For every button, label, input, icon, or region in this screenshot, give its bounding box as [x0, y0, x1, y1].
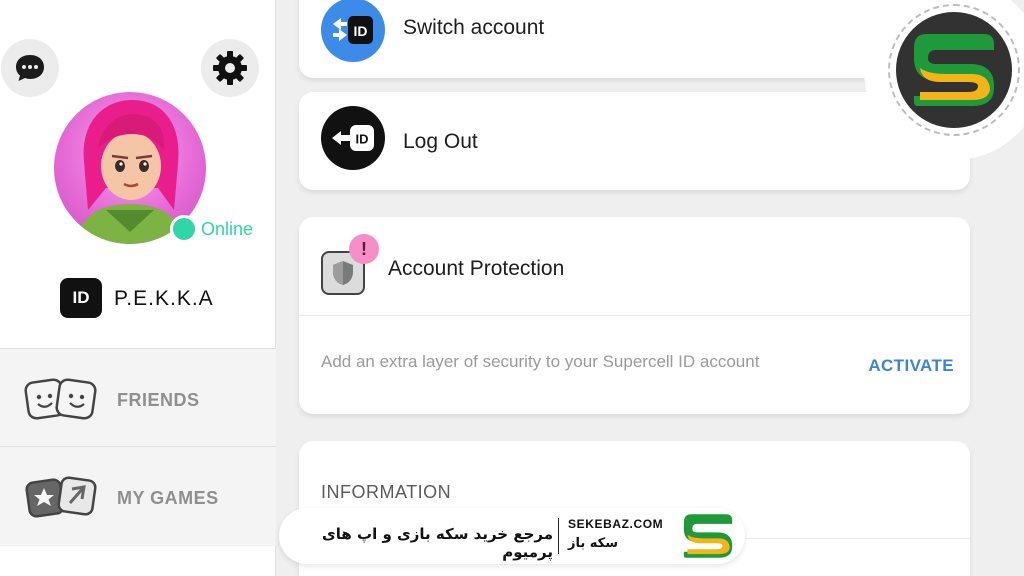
logo-disc [896, 12, 1012, 128]
username: P.E.K.K.A [114, 287, 214, 310]
sidebar-item-label: FRIENDS [117, 390, 200, 410]
account-protection-description: Add an extra layer of security to your S… [321, 352, 760, 371]
log-out-label: Log Out [403, 130, 478, 153]
chat-bubble-icon [16, 55, 44, 81]
banner-tagline: مرجع خرید سکه بازی و اپ های پرمیوم [322, 525, 553, 561]
switch-account-icon: ID [321, 0, 385, 62]
account-protection-card: ! Account Protection Add an extra layer … [299, 217, 970, 414]
logo-ring [888, 4, 1020, 136]
friends-icon [24, 378, 97, 420]
banner-divider [558, 518, 559, 554]
sidebar-item-label: MY GAMES [117, 488, 219, 508]
card-divider [299, 315, 970, 316]
settings-button[interactable] [201, 39, 259, 97]
sekebaz-logo-icon [683, 514, 733, 558]
activate-button[interactable]: ACTIVATE [868, 356, 954, 376]
information-title: INFORMATION [321, 482, 452, 502]
switch-account-label: Switch account [403, 16, 545, 39]
sidebar-item-friends[interactable]: FRIENDS [0, 348, 276, 446]
alert-badge: ! [349, 234, 379, 264]
log-out-icon: ID [321, 106, 385, 170]
account-protection-title: Account Protection [388, 257, 565, 280]
chat-button[interactable] [1, 39, 59, 97]
sekebaz-logo-icon [914, 34, 994, 106]
sidebar-item-my-games[interactable]: MY GAMES [0, 446, 276, 546]
log-out-icon-text: ID [356, 132, 369, 147]
online-status-dot [170, 215, 198, 243]
games-icon [25, 476, 97, 518]
banner-domain: SEKEBAZ.COM [568, 517, 664, 531]
switch-icon-text: ID [354, 23, 368, 39]
banner-brand-name: سکه باز [568, 536, 619, 551]
sidebar: Online ID P.E.K.K.A FRIENDS MY GAMES [0, 0, 276, 576]
gear-icon [213, 51, 247, 85]
promo-banner: مرجع خرید سکه بازی و اپ های پرمیوم SEKEB… [279, 508, 745, 564]
supercell-id-badge: ID [60, 278, 102, 318]
online-status-label: Online [201, 219, 254, 239]
log-out-card[interactable]: ID Log Out [299, 92, 970, 190]
